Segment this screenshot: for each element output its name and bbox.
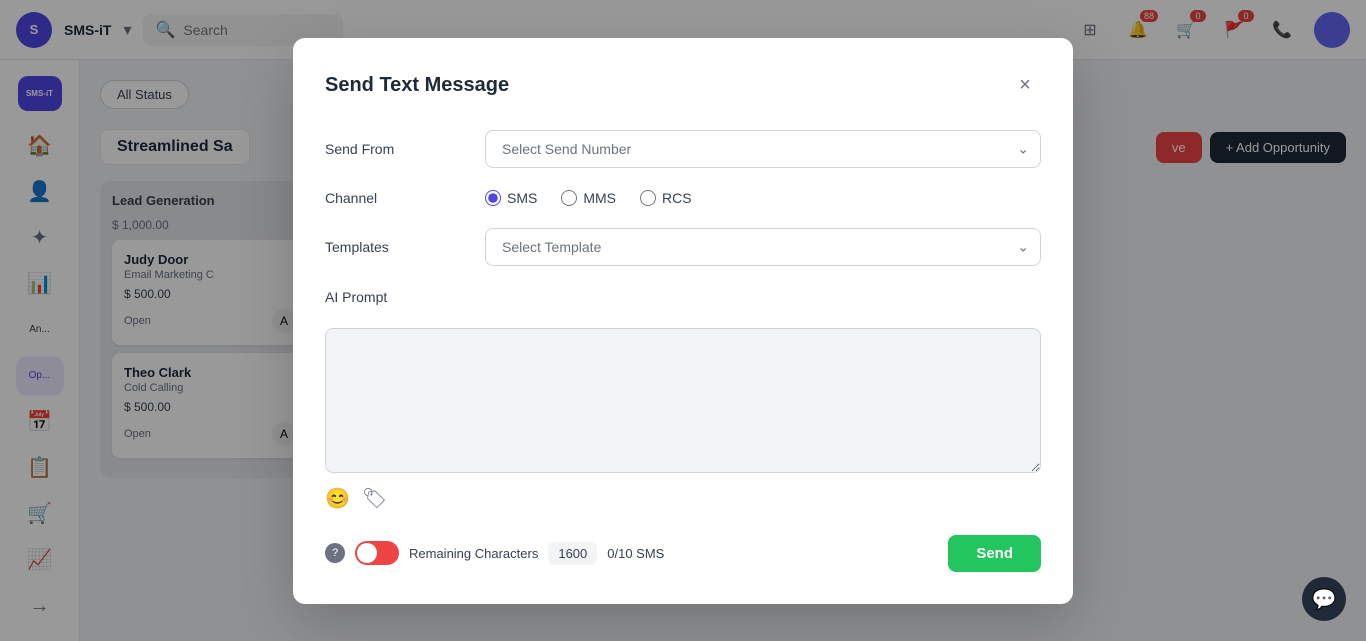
- message-section: [325, 328, 1041, 478]
- modal-header: Send Text Message ×: [325, 70, 1041, 102]
- remaining-count: 1600: [548, 542, 597, 565]
- remaining-toggle[interactable]: [355, 541, 399, 565]
- chat-bubble-button[interactable]: 💬: [1302, 577, 1346, 621]
- sms-count: 0/10 SMS: [607, 546, 664, 561]
- send-text-message-modal: Send Text Message × Send From Select Sen…: [293, 38, 1073, 604]
- mms-label: MMS: [583, 190, 616, 206]
- modal-footer: ? Remaining Characters 1600 0/10 SMS Sen…: [325, 535, 1041, 572]
- rcs-radio[interactable]: [640, 190, 656, 206]
- send-button[interactable]: Send: [948, 535, 1041, 572]
- remaining-label: Remaining Characters: [409, 546, 538, 561]
- help-icon[interactable]: ?: [325, 543, 345, 563]
- modal-overlay[interactable]: Send Text Message × Send From Select Sen…: [0, 0, 1366, 641]
- chat-bubble-icon: 💬: [1312, 587, 1337, 612]
- remaining-toggle-slider: [355, 541, 399, 565]
- channel-row: Channel SMS MMS RCS: [325, 190, 1041, 206]
- message-textarea[interactable]: [325, 328, 1041, 473]
- templates-row: Templates Select Template ⌄: [325, 228, 1041, 266]
- sms-radio[interactable]: [485, 190, 501, 206]
- channel-mms-option[interactable]: MMS: [561, 190, 616, 206]
- tag-icon[interactable]: 🏷: [362, 486, 387, 511]
- radio-group: SMS MMS RCS: [485, 190, 1041, 206]
- channel-sms-option[interactable]: SMS: [485, 190, 537, 206]
- send-from-row: Send From Select Send Number ⌄: [325, 130, 1041, 168]
- char-info: ? Remaining Characters 1600 0/10 SMS: [325, 541, 664, 565]
- modal-close-button[interactable]: ×: [1009, 70, 1041, 102]
- mms-radio[interactable]: [561, 190, 577, 206]
- sms-label: SMS: [507, 190, 537, 206]
- ai-prompt-label: AI Prompt: [325, 289, 485, 305]
- emoji-icon[interactable]: 😊: [325, 486, 350, 511]
- channel-rcs-option[interactable]: RCS: [640, 190, 692, 206]
- ai-prompt-toggle-wrapper: [485, 288, 1041, 306]
- message-toolbar: 😊 🏷: [325, 486, 1041, 511]
- templates-label: Templates: [325, 239, 485, 255]
- templates-select[interactable]: Select Template: [485, 228, 1041, 266]
- modal-title: Send Text Message: [325, 74, 509, 97]
- send-from-wrapper: Select Send Number ⌄: [485, 130, 1041, 168]
- templates-wrapper: Select Template ⌄: [485, 228, 1041, 266]
- ai-prompt-row: AI Prompt: [325, 288, 1041, 306]
- channel-options: SMS MMS RCS: [485, 190, 1041, 206]
- send-from-select[interactable]: Select Send Number: [485, 130, 1041, 168]
- channel-label: Channel: [325, 190, 485, 206]
- rcs-label: RCS: [662, 190, 692, 206]
- send-from-label: Send From: [325, 141, 485, 157]
